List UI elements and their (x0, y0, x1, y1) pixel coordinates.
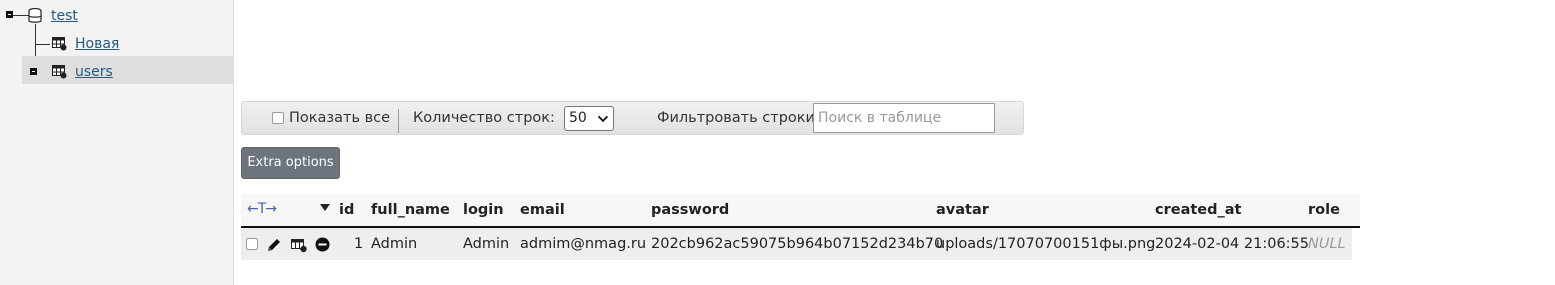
column-header-id[interactable]: id (339, 194, 354, 227)
cell-full-name: Admin (371, 236, 418, 252)
chevron-down-icon (597, 111, 609, 123)
rows-count-value: 50 (569, 110, 587, 126)
results-table: ←T→ id full_name login email password av… (241, 194, 1360, 262)
extra-options-button[interactable]: Extra options (241, 147, 340, 179)
column-header-created-at[interactable]: created_at (1155, 194, 1241, 227)
cell-created-at: 2024-02-04 21:06:55 (1155, 236, 1309, 252)
sort-desc-icon[interactable] (320, 204, 330, 211)
column-header-email[interactable]: email (520, 194, 565, 227)
rows-count-label: Количество строк: (413, 110, 555, 126)
phpmyadmin-window: test Новая users Показать все Количество… (0, 0, 1555, 285)
database-icon (28, 8, 42, 23)
column-header-role[interactable]: role (1308, 194, 1340, 227)
copy-icon[interactable] (291, 237, 308, 253)
tree-line (10, 15, 30, 16)
sort-arrows-icon[interactable]: ←T→ (247, 201, 277, 217)
cell-email: admim@nmag.ru (520, 236, 647, 252)
column-header-login[interactable]: login (463, 194, 504, 227)
nav-separator (398, 109, 399, 133)
row-select-checkbox[interactable] (246, 238, 258, 250)
sidebar-table-users[interactable]: users (75, 64, 113, 80)
filter-search-input[interactable]: Поиск в таблице (813, 103, 995, 133)
column-header-avatar[interactable]: avatar (936, 194, 989, 227)
cell-avatar: uploads/17070700151фы.png (936, 236, 1156, 252)
cell-role: NULL (1308, 236, 1346, 252)
table-new-icon (52, 37, 67, 51)
rows-count-select[interactable]: 50 (564, 106, 614, 131)
collapse-db-icon[interactable] (6, 11, 13, 18)
show-all-label[interactable]: Показать все (289, 110, 390, 126)
navigation-sidebar: test Новая users (0, 0, 234, 285)
cell-password: 202cb962ac59075b964b07152d234b70 (651, 236, 944, 252)
cell-login: Admin (463, 236, 510, 252)
table-icon (52, 65, 67, 79)
edit-icon[interactable] (266, 237, 282, 253)
sidebar-db-link[interactable]: test (51, 8, 78, 24)
tree-line (35, 44, 50, 45)
sidebar-table-new[interactable]: Новая (75, 36, 119, 52)
column-header-full-name[interactable]: full_name (371, 194, 450, 227)
filter-rows-label: Фильтровать строки: (657, 110, 820, 126)
delete-icon[interactable] (315, 237, 330, 252)
table-navigation-bar: Показать все Количество строк: 50 Фильтр… (241, 101, 1024, 135)
expand-icon[interactable] (30, 68, 37, 75)
column-header-password[interactable]: password (651, 194, 729, 227)
cell-id: 1 (354, 236, 364, 252)
show-all-checkbox[interactable] (272, 112, 284, 124)
